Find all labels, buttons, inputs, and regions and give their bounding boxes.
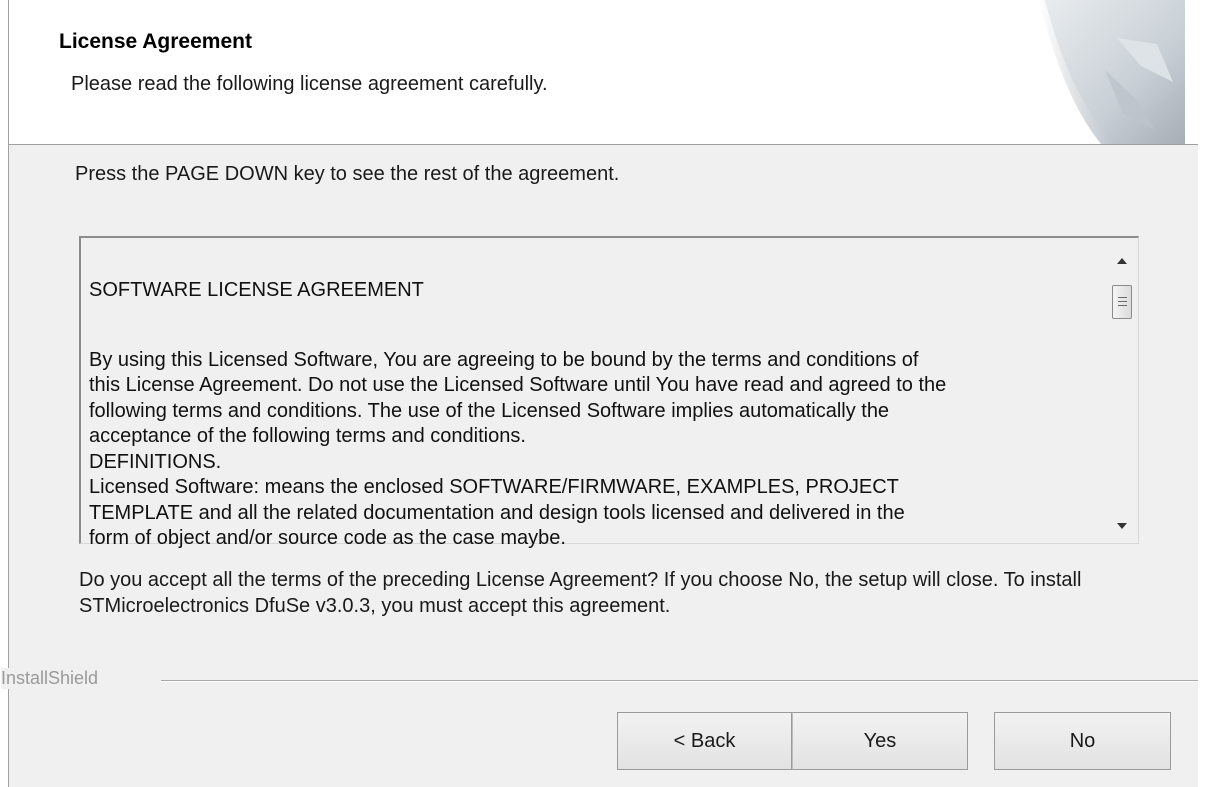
page-subtitle: Please read the following license agreem… xyxy=(71,73,548,95)
yes-button[interactable]: Yes xyxy=(792,712,968,770)
vertical-scrollbar[interactable] xyxy=(1110,238,1138,543)
grip-line xyxy=(1118,297,1127,298)
scroll-up-arrow-icon[interactable] xyxy=(1117,258,1127,264)
installer-dialog: License Agreement Please read the follow… xyxy=(1,0,1205,787)
no-button[interactable]: No xyxy=(994,712,1171,770)
accept-question: Do you accept all the terms of the prece… xyxy=(79,569,1082,617)
scroll-thumb[interactable] xyxy=(1112,285,1132,319)
license-heading: SOFTWARE LICENSE AGREEMENT xyxy=(89,278,424,301)
page-title: License Agreement xyxy=(59,30,252,53)
divider-line xyxy=(161,680,1201,682)
window-edge xyxy=(1198,0,1205,787)
license-text[interactable]: SOFTWARE LICENSE AGREEMENT By using this… xyxy=(89,252,1099,577)
grip-line xyxy=(1118,305,1127,306)
header-panel: License Agreement Please read the follow… xyxy=(9,0,1199,145)
back-button[interactable]: < Back xyxy=(617,712,792,770)
page-down-instruction: Press the PAGE DOWN key to see the rest … xyxy=(75,163,620,185)
installshield-page-curl-icon xyxy=(1039,0,1185,144)
license-text-box[interactable]: SOFTWARE LICENSE AGREEMENT By using this… xyxy=(79,236,1139,549)
scroll-down-arrow-icon[interactable] xyxy=(1117,523,1127,529)
license-body: By using this Licensed Software, You are… xyxy=(89,348,947,550)
installshield-brand: InstallShield xyxy=(1,668,109,689)
grip-line xyxy=(1118,301,1127,302)
